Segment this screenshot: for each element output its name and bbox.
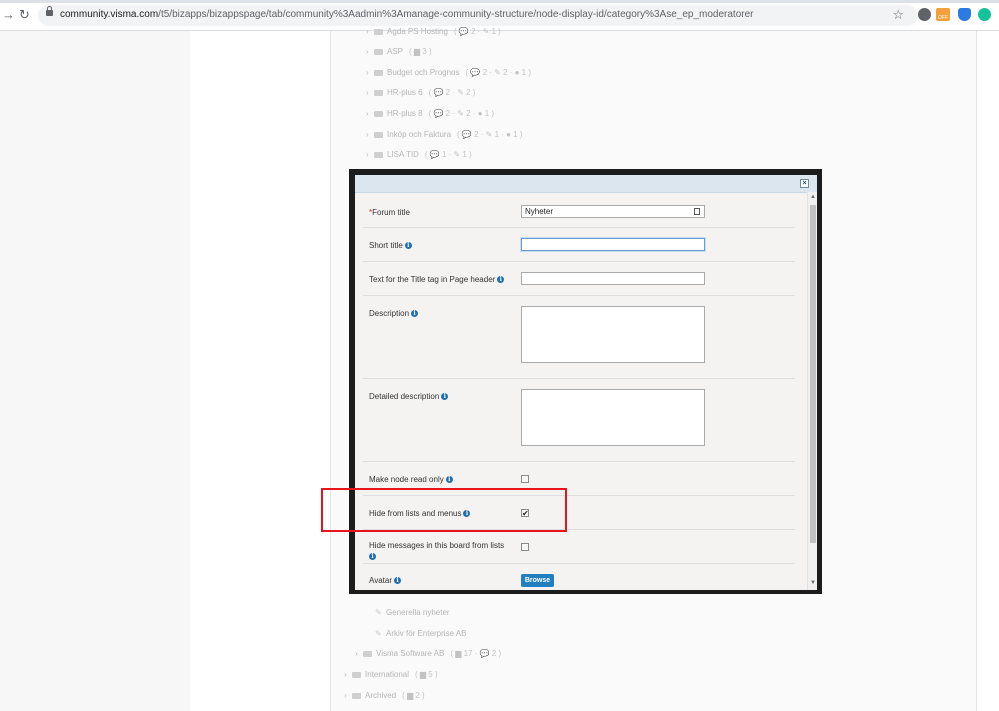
title-tag-row: Text for the Title tag in Page header i bbox=[363, 261, 795, 296]
tree-node[interactable]: › Archived( ▆ 2 ) bbox=[344, 689, 425, 703]
left-gutter bbox=[0, 31, 190, 711]
title-tag-label: Text for the Title tag in Page header i bbox=[369, 275, 505, 284]
description-row: Description i bbox=[363, 295, 795, 379]
folder-icon bbox=[374, 89, 383, 96]
info-icon[interactable]: i bbox=[393, 577, 401, 584]
short-title-input[interactable] bbox=[521, 238, 705, 251]
tree-node[interactable]: › ASP( ▆ 3 ) bbox=[366, 45, 432, 59]
scroll-up-icon[interactable]: ▲ bbox=[810, 194, 816, 200]
highlight-box bbox=[321, 488, 567, 532]
tree-node[interactable]: ✎ Arkiv för Enterprise AB bbox=[375, 627, 466, 641]
tree-node[interactable]: › Budget och Prognos( 💬 2 · ✎ 2 · ● 1 ) bbox=[366, 66, 531, 80]
info-icon[interactable]: i bbox=[369, 553, 376, 560]
shield-extension-icon[interactable] bbox=[958, 8, 971, 21]
url-text[interactable]: community.visma.com/t5/bizapps/bizappspa… bbox=[60, 9, 753, 20]
hide-messages-label: Hide messages in this board from lists bbox=[369, 541, 505, 550]
reload-icon[interactable]: ↻ bbox=[19, 8, 30, 22]
forum-title-row: *Forum title Nyheter bbox=[363, 194, 795, 228]
tree-node[interactable]: › Inköp och Faktura( 💬 2 · ✎ 1 · ● 1 ) bbox=[366, 128, 523, 142]
pencil-icon: ✎ bbox=[375, 608, 382, 617]
info-icon[interactable]: i bbox=[441, 393, 449, 400]
description-label: Description i bbox=[369, 309, 419, 318]
bookmark-star-icon[interactable]: ☆ bbox=[892, 7, 904, 23]
forward-icon[interactable]: → bbox=[2, 8, 15, 22]
dialog-titlebar: × bbox=[355, 175, 817, 193]
tree-node[interactable]: › LISA TID( 💬 1 · ✎ 1 ) bbox=[366, 148, 472, 162]
tree-node[interactable]: › Visma Software AB( ▆ 17 · 💬 2 ) bbox=[355, 647, 501, 661]
info-icon[interactable]: i bbox=[445, 476, 453, 483]
folder-icon bbox=[352, 671, 361, 678]
folder-icon bbox=[352, 692, 361, 699]
scroll-down-icon[interactable]: ▼ bbox=[810, 580, 816, 586]
address-bar[interactable]: community.visma.com/t5/bizapps/bizappspa… bbox=[38, 5, 918, 26]
input-tool-icon[interactable] bbox=[694, 208, 700, 215]
forum-title-input[interactable]: Nyheter bbox=[521, 205, 705, 218]
tree-node[interactable]: › HR-plus 6( 💬 2 · ✎ 2 ) bbox=[366, 86, 475, 100]
folder-icon bbox=[374, 69, 383, 76]
read-only-checkbox[interactable] bbox=[521, 475, 529, 483]
tree-node[interactable]: › International( ▆ 5 ) bbox=[344, 668, 438, 682]
detailed-description-textarea[interactable] bbox=[521, 389, 705, 446]
title-tag-input[interactable] bbox=[521, 272, 705, 285]
info-icon[interactable]: i bbox=[411, 310, 419, 317]
lock-icon bbox=[46, 6, 53, 16]
sidebar-space bbox=[190, 31, 330, 711]
folder-icon bbox=[363, 650, 372, 657]
detailed-description-label: Detailed description i bbox=[369, 392, 449, 401]
discount-extension-icon[interactable]: OFF bbox=[936, 8, 950, 21]
hide-messages-row: Hide messages in this board from lists i bbox=[363, 529, 795, 564]
tab-strip bbox=[0, 0, 999, 3]
browse-button[interactable]: Browse bbox=[521, 574, 554, 587]
scrollbar-thumb[interactable] bbox=[810, 205, 816, 543]
avatar-label: Avatar i bbox=[369, 576, 401, 585]
description-textarea[interactable] bbox=[521, 306, 705, 363]
extension-icon-1[interactable] bbox=[918, 8, 931, 21]
info-icon[interactable]: i bbox=[497, 276, 505, 283]
tree-node[interactable]: ✎ Generella nyheter bbox=[375, 606, 450, 620]
folder-icon bbox=[374, 131, 383, 138]
avatar-row: Avatar i Browse bbox=[363, 563, 795, 590]
short-title-row: Short title i bbox=[363, 227, 795, 262]
folder-icon bbox=[374, 48, 383, 55]
folder-icon bbox=[374, 151, 383, 158]
close-icon[interactable]: × bbox=[800, 179, 809, 188]
tree-node[interactable]: › Agda PS Hosting( 💬 2 · ✎ 1 ) bbox=[366, 25, 501, 39]
detailed-description-row: Detailed description i bbox=[363, 378, 795, 462]
folder-icon bbox=[374, 28, 383, 35]
grammarly-icon[interactable] bbox=[978, 8, 991, 21]
short-title-label: Short title i bbox=[369, 241, 412, 250]
hide-messages-checkbox[interactable] bbox=[521, 543, 529, 551]
tree-node[interactable]: › HR-plus 8( 💬 2 · ✎ 2 · ● 1 ) bbox=[366, 107, 494, 121]
dialog-scrollbar[interactable]: ▲ ▼ bbox=[807, 192, 817, 590]
info-icon[interactable]: i bbox=[404, 242, 412, 249]
pencil-icon: ✎ bbox=[375, 629, 382, 638]
folder-icon bbox=[374, 110, 383, 117]
read-only-label: Make node read only i bbox=[369, 475, 453, 484]
forum-title-label: *Forum title bbox=[369, 208, 410, 217]
